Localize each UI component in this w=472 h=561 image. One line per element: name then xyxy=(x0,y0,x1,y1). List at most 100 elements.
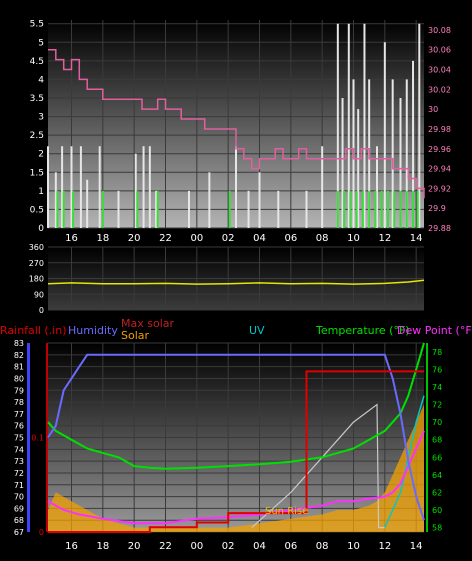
compass-label-n-top: N xyxy=(446,245,455,259)
humidity-tick-label: 72 xyxy=(14,469,24,478)
humidity-tick-label: 69 xyxy=(14,504,24,513)
wind-tick-label: 3 xyxy=(38,113,44,123)
time-tick-label: 04 xyxy=(253,541,266,552)
wind-tick-label: 2.5 xyxy=(30,131,44,141)
humidity-tick-label: 77 xyxy=(14,410,24,419)
wind-tick-label: 3.5 xyxy=(30,94,44,104)
wind-tick-label: 5.5 xyxy=(30,20,44,30)
time-tick-label: 12 xyxy=(378,233,391,244)
wind-tick-label: 5 xyxy=(38,38,44,48)
direction-axis-labels: 0 90 180 270 360 xyxy=(29,243,44,315)
temperature-tick-label: 66 xyxy=(432,453,442,462)
time-tick-label: 06 xyxy=(284,541,297,552)
barometer-axis-title: Barometer (.in) xyxy=(376,1,460,14)
time-tick-label: 06 xyxy=(284,233,297,244)
compass-label-e: E xyxy=(446,293,454,307)
humidity-tick-label: 67 xyxy=(14,528,24,537)
compass-label-w: W xyxy=(444,261,456,275)
barometer-tick-label: 29.9 xyxy=(428,204,446,213)
humidity-tick-label: 68 xyxy=(14,516,24,525)
barometer-tick-label: 30 xyxy=(428,105,438,114)
direction-tick-label: 90 xyxy=(34,290,44,299)
barometer-tick-label: 29.96 xyxy=(428,145,451,154)
barometer-tick-label: 29.88 xyxy=(428,224,451,233)
time-tick-label: 22 xyxy=(159,233,172,244)
time-tick-label: 00 xyxy=(190,541,203,552)
direction-tick-label: 360 xyxy=(29,243,44,252)
temperature-tick-label: 62 xyxy=(432,488,442,497)
compass-label-n-bottom: N xyxy=(446,309,455,323)
barometer-tick-label: 29.94 xyxy=(428,165,451,174)
time-axis-labels-bottom: 16 18 20 22 00 02 04 06 08 10 12 14 xyxy=(65,541,422,552)
time-tick-label: 22 xyxy=(159,541,172,552)
humidity-tick-label: 81 xyxy=(14,363,24,372)
chart-title: Current last 24 hours June 18 2025 xyxy=(174,1,367,14)
humidity-tick-label: 80 xyxy=(14,374,24,383)
barometer-tick-label: 29.98 xyxy=(428,125,451,134)
temperature-tick-label: 64 xyxy=(432,471,442,480)
time-tick-label: 02 xyxy=(222,541,235,552)
temperature-tick-label: 70 xyxy=(432,418,442,427)
wind-tick-label: 0 xyxy=(38,224,44,234)
humidity-axis-labels: 67 68 69 70 71 72 73 74 75 76 77 78 79 80 81 82 83 xyxy=(14,339,24,537)
temperature-axis-labels: 58 60 62 64 66 68 70 72 74 76 78 xyxy=(432,348,442,533)
temperature-tick-label: 60 xyxy=(432,506,442,515)
time-tick-label: 16 xyxy=(65,233,78,244)
barometer-tick-label: 30.08 xyxy=(428,26,451,35)
humidity-tick-label: 73 xyxy=(14,457,24,466)
humidity-tick-label: 71 xyxy=(14,481,24,490)
legend-solar: Solar xyxy=(121,329,150,342)
time-tick-label: 04 xyxy=(253,233,266,244)
wind-axis-labels: 0 0.5 1 1.5 2 2.5 3 3.5 4 4.5 5 5.5 xyxy=(30,20,45,234)
humidity-tick-label: 75 xyxy=(14,434,24,443)
barometer-tick-label: 30.04 xyxy=(428,66,451,75)
time-tick-label: 12 xyxy=(378,541,391,552)
time-axis-labels-top: 16 18 20 22 00 02 04 06 08 10 12 14 xyxy=(65,233,422,244)
time-tick-label: 08 xyxy=(316,541,329,552)
wind-tick-label: 1.5 xyxy=(30,168,44,178)
wind-barometer-panel: 00.511.522.533.544.555.5 29.8829.929.922… xyxy=(30,1,460,244)
legend-temperature: Temperature (°F) xyxy=(315,324,410,337)
wind-direction-panel: 0 90 180 270 360 N W S E N xyxy=(29,243,456,323)
legend-humidity: Humidity xyxy=(68,324,118,337)
temperature-tick-label: 74 xyxy=(432,383,442,392)
weather-chart: 00.511.522.533.544.555.5 29.8829.929.922… xyxy=(0,1,472,552)
barometer-tick-label: 30.06 xyxy=(428,46,451,55)
sunrise-annotation: Sun Rise xyxy=(265,506,308,517)
wind-axis-title: Windspeed (mph) xyxy=(36,1,134,14)
humidity-tick-label: 82 xyxy=(14,351,24,360)
direction-tick-label: 270 xyxy=(29,259,44,268)
humidity-tick-label: 70 xyxy=(14,493,24,502)
time-tick-label: 08 xyxy=(316,233,329,244)
wind-tick-label: 1 xyxy=(38,187,44,197)
temperature-tick-label: 76 xyxy=(432,365,442,374)
time-tick-label: 00 xyxy=(190,233,203,244)
temperature-tick-label: 68 xyxy=(432,436,442,445)
legend-uv: UV xyxy=(249,324,265,337)
rain-axis-labels: 00.1 xyxy=(31,434,44,538)
time-tick-label: 16 xyxy=(65,541,78,552)
humidity-tick-label: 74 xyxy=(14,445,24,454)
humidity-axis-bar xyxy=(27,343,30,532)
barometer-tick-label: 30.02 xyxy=(428,85,451,94)
rain-tick-label: 0.1 xyxy=(31,434,44,443)
time-tick-label: 10 xyxy=(347,233,360,244)
wind-tick-label: 4 xyxy=(38,75,44,85)
time-tick-label: 10 xyxy=(347,541,360,552)
humidity-tick-label: 79 xyxy=(14,386,24,395)
time-tick-label: 20 xyxy=(128,233,141,244)
legend-rainfall: Rainfall (.in) xyxy=(0,324,67,337)
temperature-axis-bar xyxy=(426,343,428,532)
time-tick-label: 18 xyxy=(96,233,109,244)
humidity-tick-label: 78 xyxy=(14,398,24,407)
wind-tick-label: 0.5 xyxy=(30,205,44,215)
wind-tick-label: 4.5 xyxy=(30,57,44,67)
wind-tick-label: 2 xyxy=(38,150,44,160)
rain-tick-label: 0 xyxy=(39,528,44,537)
weather-panel: 6768697071727374757677787980818283 00.1 … xyxy=(0,317,472,552)
time-tick-label: 20 xyxy=(128,541,141,552)
barometer-axis-labels: 29.88 29.9 29.92 29.94 29.96 29.98 30 30.02 30.0… xyxy=(428,26,451,233)
temperature-tick-label: 72 xyxy=(432,401,442,410)
time-tick-label: 02 xyxy=(222,233,235,244)
rain-axis-bar xyxy=(46,343,48,532)
